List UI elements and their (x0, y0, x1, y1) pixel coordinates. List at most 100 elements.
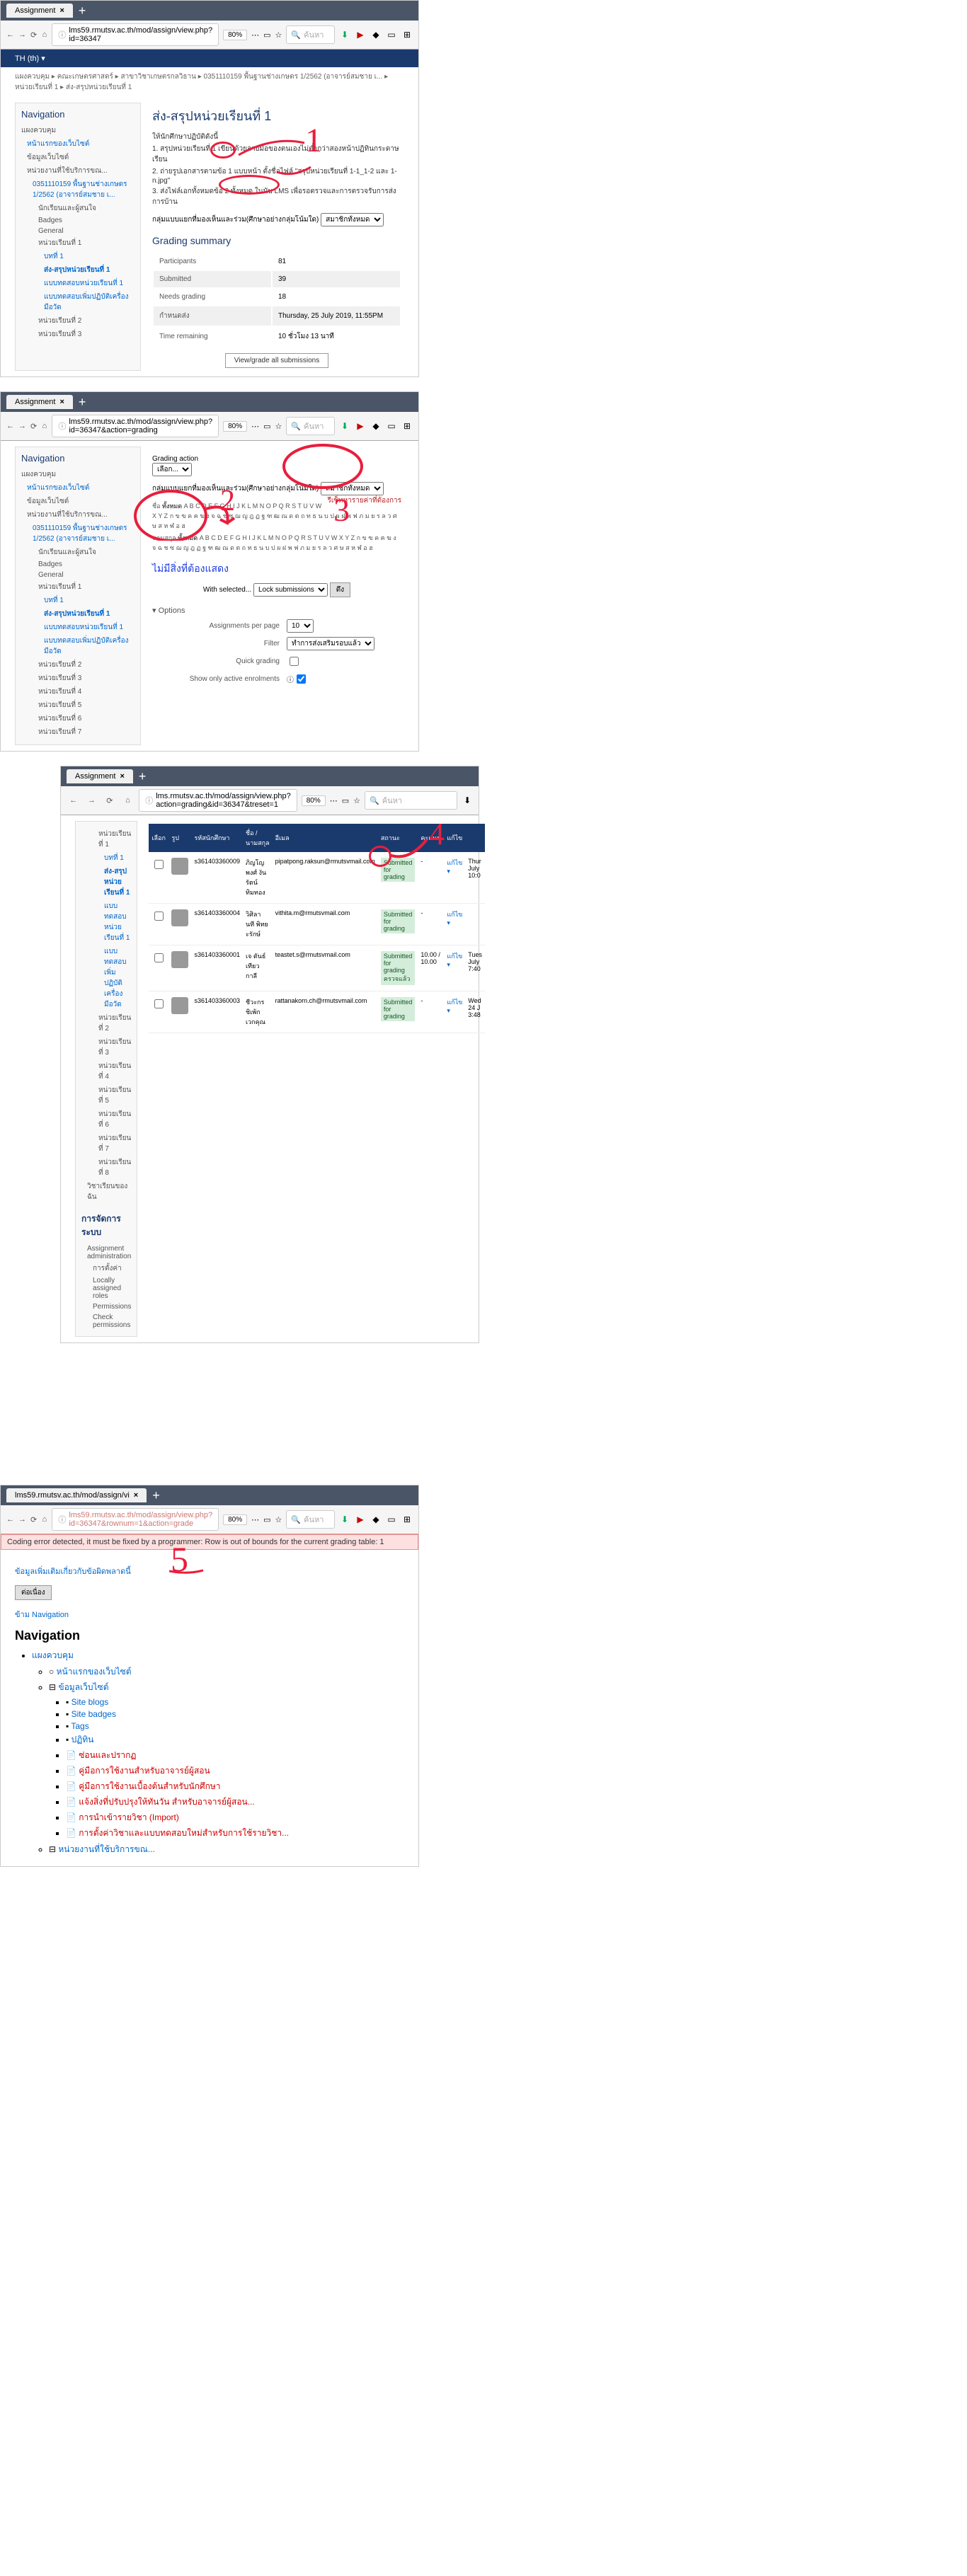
menu-icon[interactable]: ⋯ (251, 30, 259, 40)
forward-icon[interactable]: → (18, 419, 26, 433)
skip-nav-link[interactable]: ข้าม Navigation (15, 1611, 69, 1619)
table-row: s361403360003ชีวะกร ชิเพ้ก เวกคุณrattana… (149, 991, 485, 1033)
avatar-icon (171, 997, 188, 1014)
menu-icon[interactable]: ⋯ (251, 422, 259, 431)
nav-link[interactable]: หน้าแรกของเว็บไซต์ (21, 137, 135, 151)
navigation-sidebar: Navigation แผงควบคุม หน้าแรกของเว็บไซต์ … (15, 103, 141, 371)
ext2-icon[interactable]: ▭ (386, 29, 397, 40)
tab-bar: lms59.rmutsv.ac.th/mod/assign/vi× + (1, 1485, 418, 1505)
nav-course[interactable]: 0351110159 พื้นฐานช่างเกษตร 1/2562 (อาจา… (21, 178, 135, 202)
home-icon[interactable]: ⌂ (41, 28, 47, 42)
annotation-number: 3 (333, 491, 350, 529)
grading-summary-title: Grading summary (152, 235, 401, 246)
yt-icon[interactable]: ▶ (355, 29, 366, 40)
reload-icon[interactable]: ⟳ (30, 1512, 37, 1526)
edit-link[interactable]: แก้ไข ▾ (447, 859, 462, 875)
url-bar[interactable]: ⓘlms59.rmutsv.ac.th/mod/assign/view.php?… (52, 415, 219, 437)
back-icon[interactable]: ← (67, 793, 81, 807)
add-tab-icon[interactable]: + (79, 395, 86, 410)
tab-title: Assignment (15, 6, 55, 15)
forward-icon[interactable]: → (18, 1512, 26, 1526)
annotation-circle (210, 142, 236, 159)
forward-icon[interactable]: → (18, 28, 26, 42)
search-bar[interactable]: 🔍ค้นหา (286, 417, 335, 435)
home-icon[interactable]: ⌂ (41, 1512, 47, 1526)
reload-icon[interactable]: ⟳ (103, 793, 117, 807)
row-checkbox[interactable] (154, 912, 164, 921)
annotation-number: 4 (429, 816, 445, 852)
nav-title: Navigation (21, 109, 135, 120)
avatar-icon (171, 909, 188, 926)
info-icon: ⓘ (58, 29, 66, 40)
nav-link[interactable]: หน่วยงานที่ใช้บริการขณ... (21, 164, 135, 178)
close-icon[interactable]: × (120, 772, 124, 781)
add-tab-icon[interactable]: + (139, 769, 147, 784)
home-icon[interactable]: ⌂ (121, 793, 135, 807)
bulk-action-select[interactable]: Lock submissions (253, 583, 328, 597)
filter-select[interactable]: ทำการส่งเสริมรอบแล้ว (287, 637, 374, 650)
navigation-sidebar: Navigation แผงควบคุม หน้าแรกของเว็บไซต์ … (15, 447, 141, 745)
group-filter[interactable]: สมาชิกทั้งหมด (321, 213, 384, 226)
more-info-link[interactable]: ข้อมูลเพิ่มเติมเกี่ยวกับข้อผิดพลาดนี้ (15, 1568, 131, 1576)
browser-tab[interactable]: Assignment× (67, 769, 133, 783)
browser-tab[interactable]: lms59.rmutsv.ac.th/mod/assign/vi× (6, 1488, 147, 1502)
table-row: s361403360004วิศิลา นที พิทยะรักษ์vithit… (149, 904, 485, 945)
breadcrumb: แผงควบคุม ▸ คณะเกษตรศาสตร์ ▸ สาขาวิชาเกษ… (1, 67, 418, 97)
continue-button[interactable]: ต่อเนื่อง (15, 1585, 52, 1600)
view-grade-link[interactable]: View/grade all submissions (225, 353, 328, 368)
edit-link[interactable]: แก้ไข ▾ (447, 911, 462, 926)
moodle-header: TH (th) ▾ (1, 50, 418, 67)
annotation-underline (169, 1569, 205, 1576)
navigation-sidebar: หน่วยเรียนที่ 1 บทที่ 1 ส่ง-สรุปหน่วยเรี… (75, 821, 137, 1337)
ext-icon[interactable]: ◆ (370, 29, 382, 40)
close-icon[interactable]: × (59, 6, 64, 15)
home-icon[interactable]: ⌂ (41, 419, 47, 433)
zoom-level[interactable]: 80% (223, 30, 247, 40)
back-icon[interactable]: ← (6, 28, 14, 42)
reload-icon[interactable]: ⟳ (30, 28, 37, 42)
download-icon[interactable]: ⬇ (339, 29, 350, 40)
grading-summary-table: Participants81 Submitted39 Needs grading… (152, 252, 401, 347)
nav-toolbar: ← → ⟳ ⌂ ⓘ lms59.rmutsv.ac.th/mod/assign/… (1, 21, 418, 49)
forward-icon[interactable]: → (85, 793, 99, 807)
empty-message: ไม่มีสิ่งที่ต้องแสดง (152, 561, 401, 577)
search-placeholder: ค้นหา (304, 28, 324, 41)
per-page-select[interactable]: 10 (287, 619, 314, 633)
nav-link[interactable]: ข้อมูลเว็บไซต์ (21, 151, 135, 164)
error-message: Coding error detected, it must be fixed … (1, 1534, 418, 1550)
reload-icon[interactable]: ⟳ (30, 419, 37, 433)
back-icon[interactable]: ← (6, 1512, 14, 1526)
grading-action-select[interactable]: เลือก... (152, 463, 192, 476)
reader-icon[interactable]: ▭ (263, 30, 270, 40)
tab-bar: Assignment × + (1, 1, 418, 21)
annotation-arrow (275, 163, 318, 185)
page-title: ส่ง-สรุปหน่วยเรียนที่ 1 (152, 105, 401, 126)
star-icon[interactable]: ☆ (275, 30, 282, 40)
quick-grading-checkbox[interactable] (290, 657, 299, 666)
ext3-icon[interactable]: ⊞ (401, 29, 413, 40)
add-tab-icon[interactable]: + (152, 1488, 160, 1503)
browser-tab[interactable]: Assignment× (6, 395, 73, 409)
url-bar[interactable]: ⓘlms59.rmutsv.ac.th/mod/assign/view.php?… (52, 1508, 219, 1531)
search-icon: 🔍 (291, 30, 301, 40)
row-checkbox[interactable] (154, 860, 164, 869)
go-button[interactable]: ดึง (330, 582, 350, 597)
avatar-icon (171, 951, 188, 968)
active-enrol-checkbox[interactable] (297, 674, 306, 684)
row-checkbox[interactable] (154, 953, 164, 962)
edit-link[interactable]: แก้ไข ▾ (447, 953, 462, 968)
edit-link[interactable]: แก้ไข ▾ (447, 999, 462, 1014)
close-icon[interactable]: × (134, 1491, 138, 1500)
back-icon[interactable]: ← (6, 419, 14, 433)
annotation-number: 1 (305, 121, 322, 160)
search-bar[interactable]: 🔍 ค้นหา (286, 25, 335, 44)
annotation-scribble (280, 442, 365, 491)
url-bar[interactable]: ⓘlms.rmutsv.ac.th/mod/assign/view.php?ac… (139, 789, 297, 812)
row-checkbox[interactable] (154, 999, 164, 1008)
browser-tab[interactable]: Assignment × (6, 4, 73, 18)
close-icon[interactable]: × (59, 398, 64, 406)
url-bar[interactable]: ⓘ lms59.rmutsv.ac.th/mod/assign/view.php… (52, 23, 219, 46)
url-text: lms59.rmutsv.ac.th/mod/assign/view.php?i… (69, 26, 212, 43)
annotation-number: 2 (220, 484, 235, 518)
add-tab-icon[interactable]: + (79, 4, 86, 18)
